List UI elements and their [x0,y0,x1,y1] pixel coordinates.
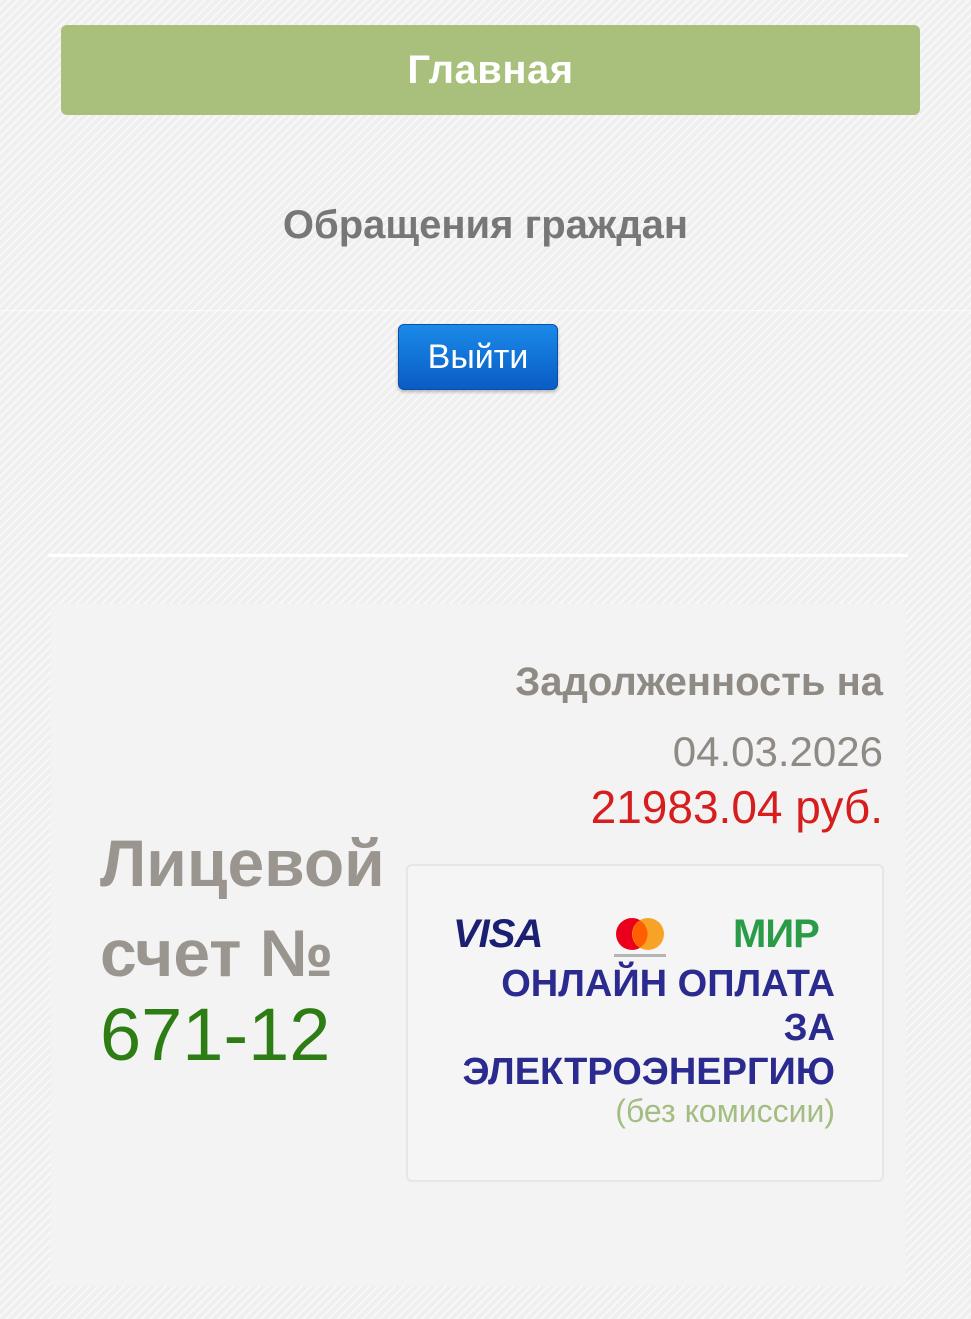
debt-amount: 21983.04 руб. [590,781,883,833]
nav-main-label: Главная [407,47,574,92]
account-label-line2: счет № [100,916,334,990]
debt-date: 04.03.2026 [672,728,883,775]
online-payment-title-line2: ЗА [783,1007,835,1049]
debt-label: Задолженность на [515,660,883,704]
account-label-line1: Лицевой [100,826,385,900]
online-payment-title: ОНЛАЙН ОПЛАТА ЗА ЭЛЕКТРОЭНЕРГИЮ [415,962,835,1094]
online-payment-title-line1: ОНЛАЙН ОПЛАТА [501,963,835,1005]
section-divider [48,554,908,557]
account-label: Лицевой счет № [100,818,410,998]
logout-button[interactable]: Выйти [398,324,558,390]
nav-main-button[interactable]: Главная [61,25,920,115]
logout-label: Выйти [427,337,529,376]
online-payment-title-line3: ЭЛЕКТРОЭНЕРГИЮ [462,1051,835,1093]
account-number: 671-12 [100,993,331,1076]
visa-logo-icon: VISA [453,912,543,956]
mastercard-icon [610,914,670,962]
page: Главная Обращения граждан Выйти Лицевой … [0,0,971,1319]
nav-separator [0,310,971,311]
online-payment-subtitle: (без комиссии) [615,1093,835,1129]
mir-logo-icon: МИР [733,912,820,956]
nav-appeals-link[interactable]: Обращения граждан [0,190,971,260]
nav-appeals-label: Обращения граждан [282,202,689,247]
